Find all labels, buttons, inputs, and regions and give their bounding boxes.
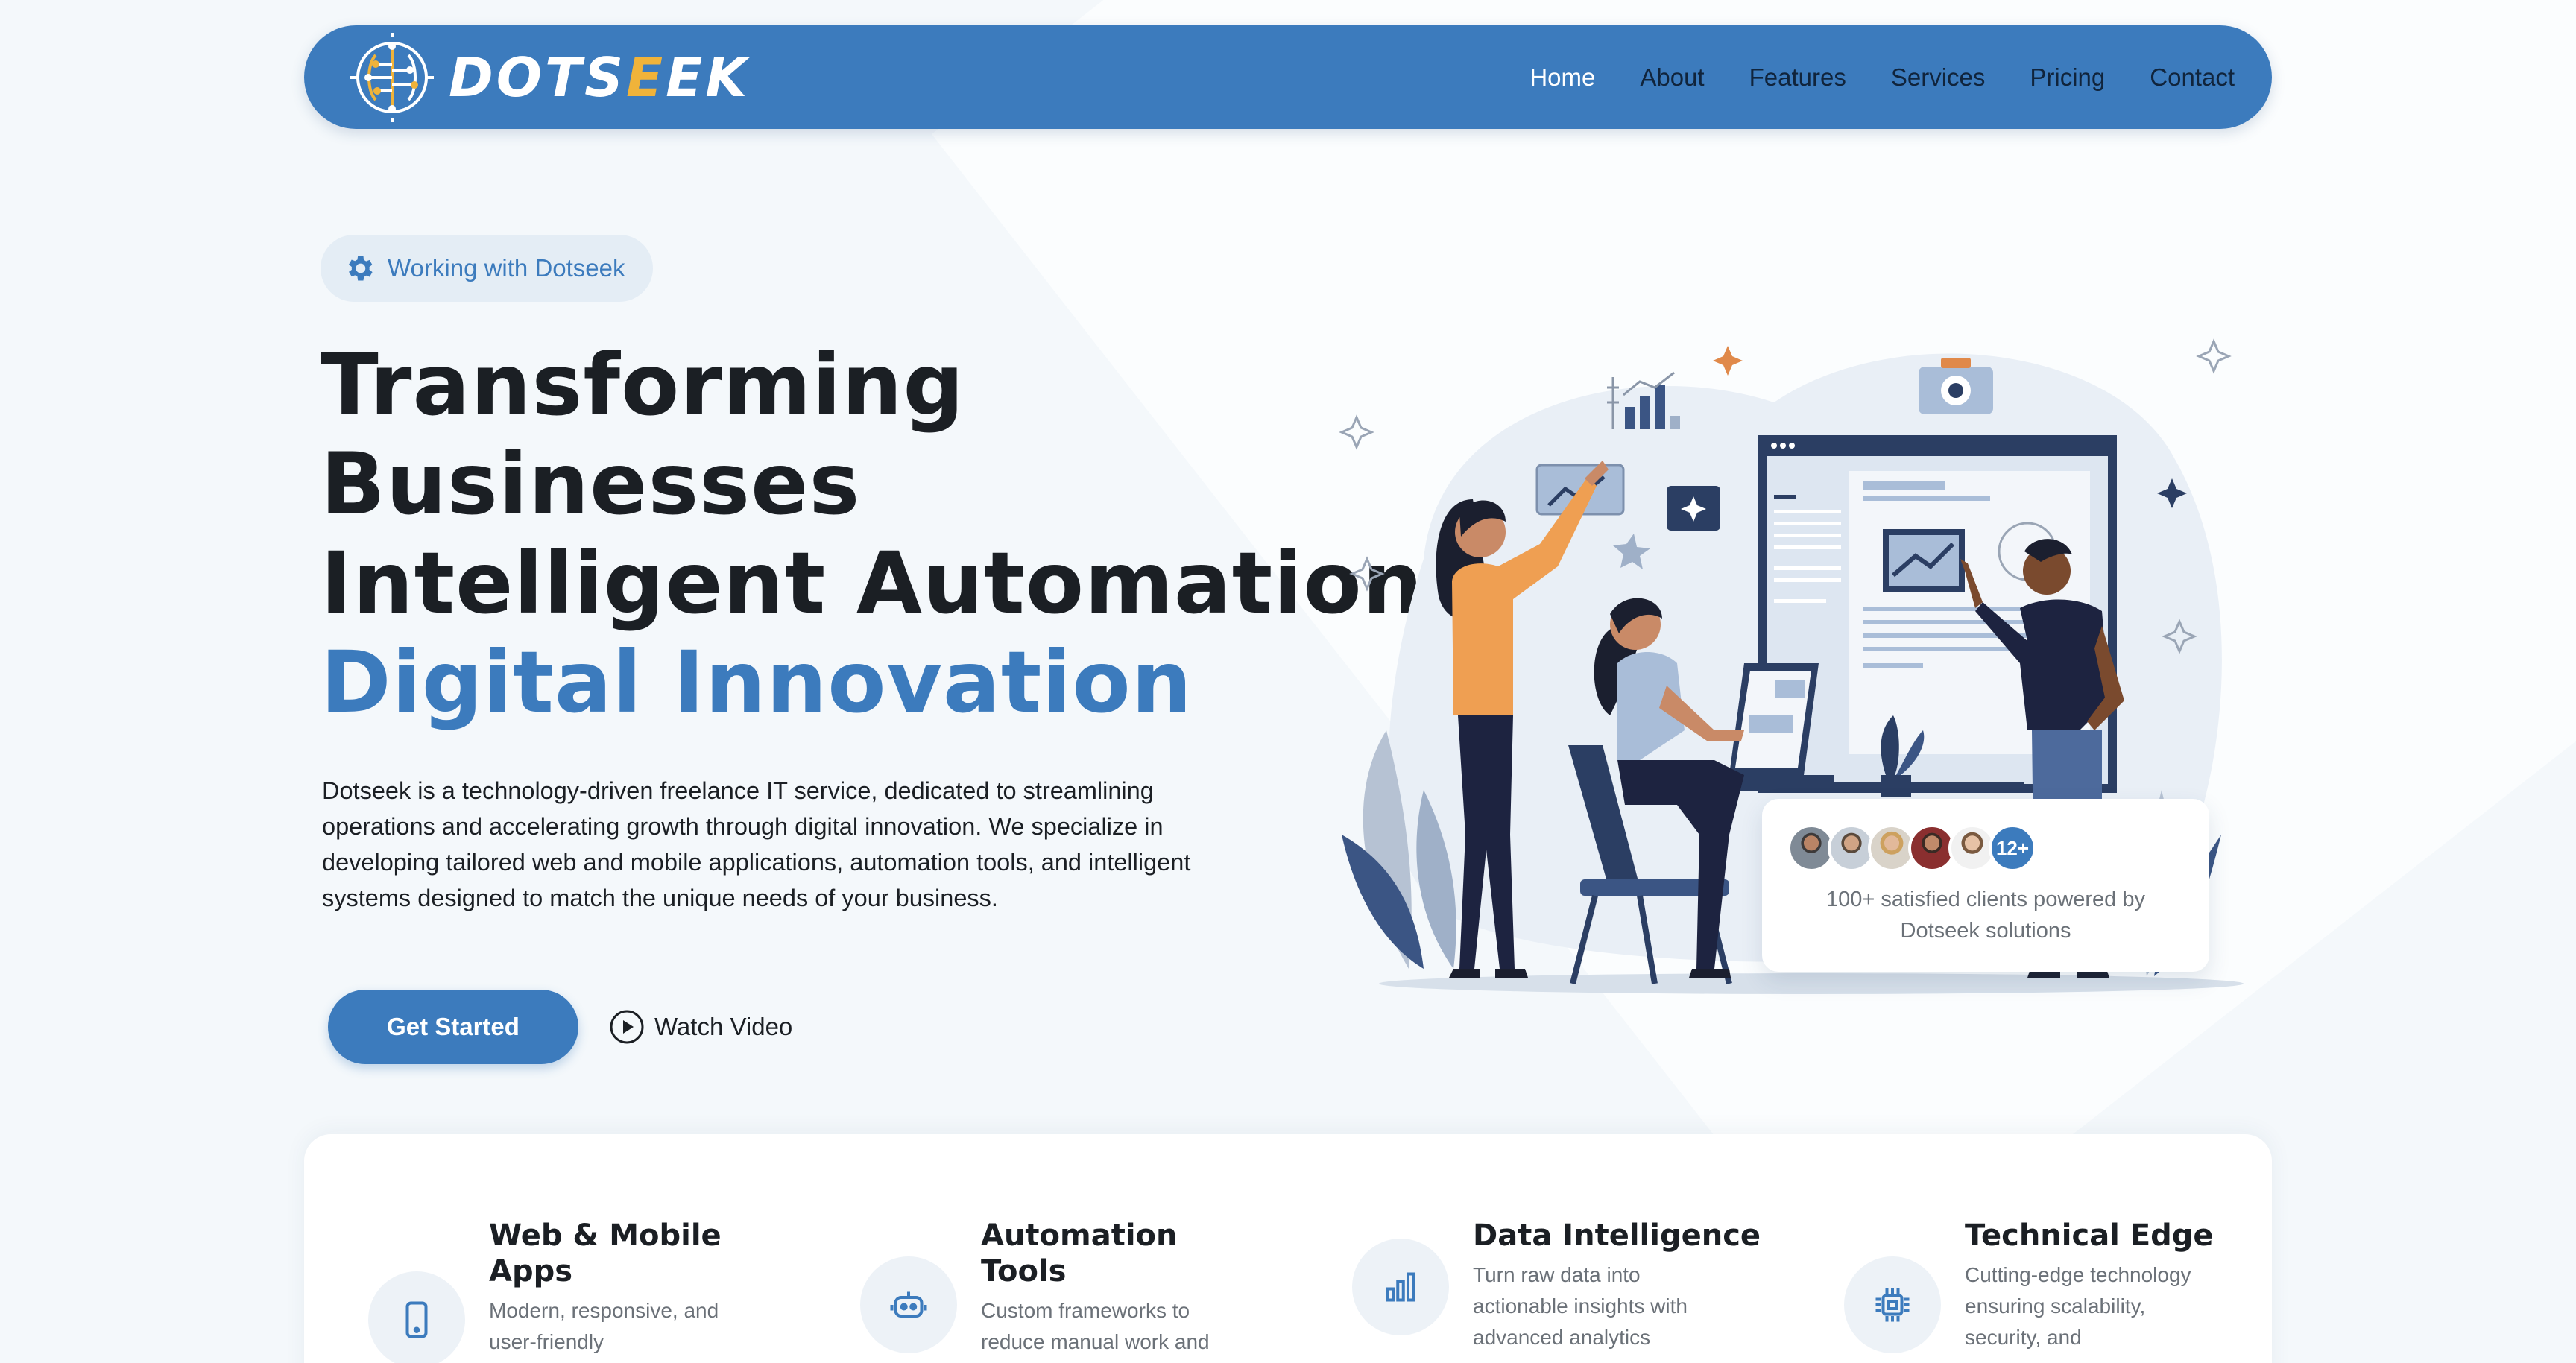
headline-line: Intelligent Automation — [321, 534, 1424, 633]
nav-link-services[interactable]: Services — [1891, 63, 1986, 92]
robot-icon — [860, 1256, 957, 1353]
nav-link-contact[interactable]: Contact — [2150, 63, 2235, 92]
brain-circuit-icon — [350, 32, 434, 122]
headline-line: Transforming — [321, 335, 965, 434]
feature-title: Web & Mobile Apps — [489, 1218, 722, 1288]
nav-link-about[interactable]: About — [1640, 63, 1704, 92]
clients-caption: 100+ satisfied clients powered by Dotsee… — [1825, 888, 2145, 943]
hero-headline: Transforming Businesses Intelligent Auto… — [321, 335, 1424, 732]
nav-link-features[interactable]: Features — [1749, 63, 1846, 92]
nav-link-home[interactable]: Home — [1530, 63, 1595, 92]
feature-desc: Modern, responsive, and user-friendly — [489, 1299, 719, 1353]
chip-icon — [1844, 1256, 1941, 1353]
feature-desc: Custom frameworks to reduce manual work … — [981, 1299, 1210, 1353]
clients-card: 12+ 100+ satisfied clients powered by Do… — [1762, 799, 2209, 972]
feature-desc: Cutting-edge technology ensuring scalabi… — [1965, 1263, 2191, 1349]
bar-chart-icon — [1352, 1239, 1449, 1335]
client-avatars: 12+ — [1787, 824, 2036, 872]
brand-name: DOTSEEK — [449, 45, 751, 109]
watch-video-label: Watch Video — [654, 1013, 793, 1040]
get-started-button[interactable]: Get Started — [328, 990, 578, 1064]
hero-badge-label: Working with Dotseek — [388, 254, 625, 282]
features-strip: Web & Mobile Apps Modern, responsive, an… — [304, 1134, 2272, 1363]
headline-line: Businesses — [321, 434, 861, 534]
feature-title: Automation Tools — [981, 1218, 1178, 1288]
watch-video-button[interactable]: Watch Video — [608, 1006, 792, 1048]
navbar: DOTSEEK Home About Features Services Pri… — [304, 25, 2272, 129]
play-circle-icon — [610, 1010, 644, 1044]
feature-data-intelligence: Data Intelligence Turn raw data into act… — [1288, 1134, 1780, 1363]
headline-accent: Digital Innovation — [321, 633, 1193, 732]
feature-web-mobile: Web & Mobile Apps Modern, responsive, an… — [304, 1134, 796, 1363]
smartphone-icon — [368, 1271, 465, 1363]
client-count-badge: 12+ — [1989, 824, 2036, 872]
feature-technical-edge: Technical Edge Cutting-edge technology e… — [1780, 1134, 2272, 1363]
feature-title: Data Intelligence — [1473, 1218, 1761, 1253]
brand-logo[interactable]: DOTSEEK — [346, 31, 750, 124]
nav-link-pricing[interactable]: Pricing — [2030, 63, 2105, 92]
feature-automation: Automation Tools Custom frameworks to re… — [796, 1134, 1288, 1363]
feature-desc: Turn raw data into actionable insights w… — [1473, 1263, 1688, 1349]
hero-description: Dotseek is a technology-driven freelance… — [322, 777, 1191, 911]
gear-icon — [349, 256, 373, 281]
feature-title: Technical Edge — [1965, 1218, 2214, 1253]
nav-links: Home About Features Services Pricing Con… — [1530, 63, 2235, 92]
hero-badge: Working with Dotseek — [321, 235, 653, 302]
